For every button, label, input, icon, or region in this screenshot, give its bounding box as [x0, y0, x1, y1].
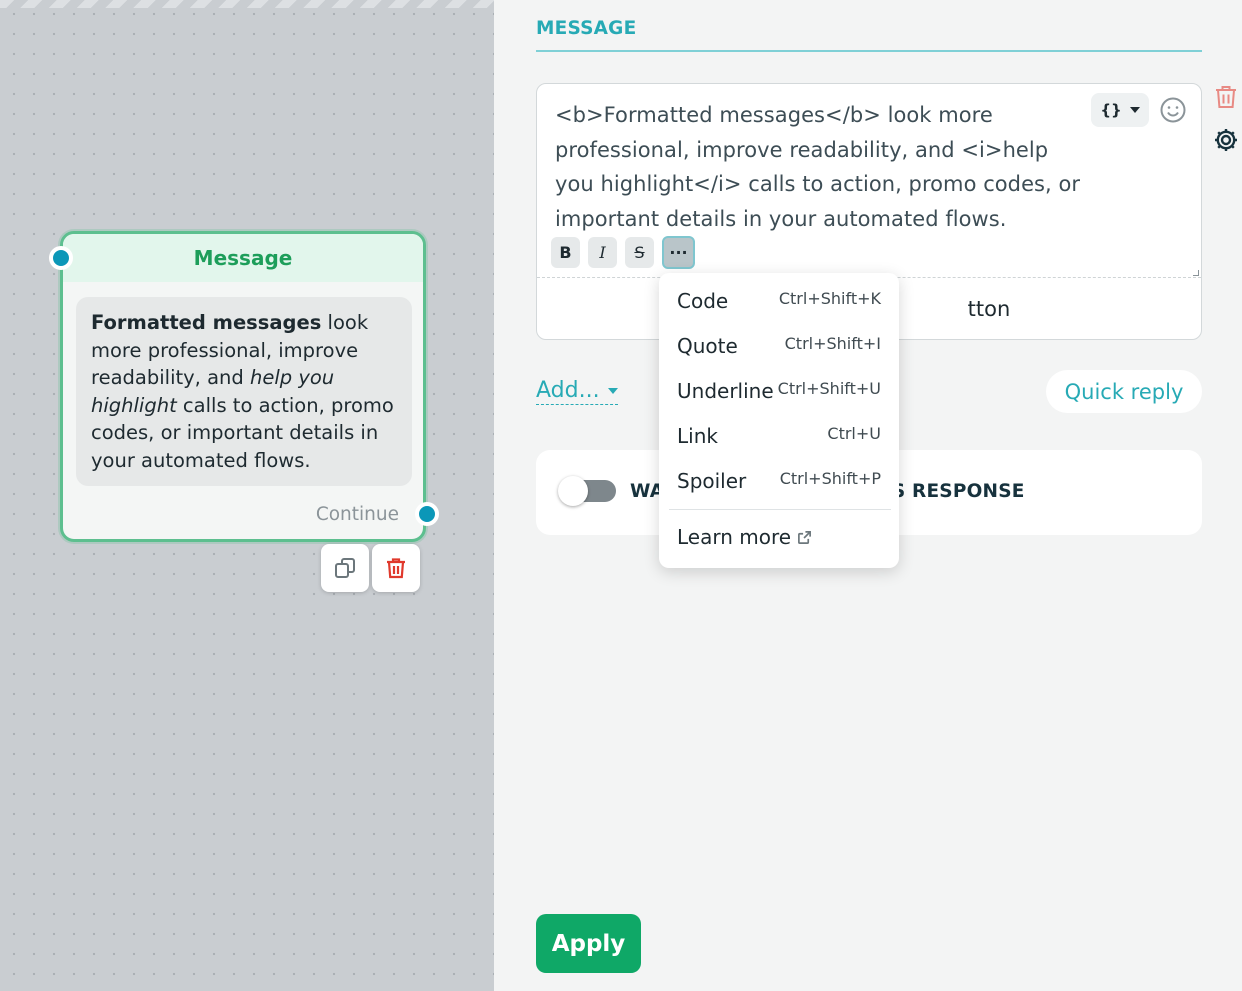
add-dropdown[interactable]: Add... [536, 378, 618, 405]
toggle-knob [558, 476, 588, 506]
learn-more-label: Learn more [677, 525, 792, 549]
menu-item-shortcut: Ctrl+U [827, 423, 881, 443]
wait-label-right: 'S RESPONSE [886, 481, 1025, 502]
node-input-port[interactable] [49, 246, 73, 270]
italic-button[interactable]: I [588, 237, 617, 268]
delete-message-icon[interactable] [1212, 83, 1240, 111]
more-formatting-button[interactable]: ··· [662, 236, 695, 269]
add-button-label: tton [967, 297, 1011, 321]
duplicate-node-button[interactable] [321, 544, 369, 592]
variables-dropdown-button[interactable]: {} [1091, 93, 1149, 127]
learn-more-link[interactable]: Learn more [677, 525, 812, 549]
menu-item-label: Code [677, 289, 729, 313]
resize-handle[interactable] [1193, 270, 1199, 276]
bold-button[interactable]: B [551, 237, 580, 268]
wait-response-toggle[interactable] [558, 476, 616, 506]
node-title: Message [63, 234, 423, 282]
trash-icon [387, 558, 405, 579]
menu-item-quote[interactable]: Quote Ctrl+Shift+I [677, 331, 881, 361]
apply-button[interactable]: Apply [536, 914, 641, 973]
menu-item-spoiler[interactable]: Spoiler Ctrl+Shift+P [677, 466, 881, 496]
braces-icon: {} [1100, 101, 1122, 119]
menu-item-code[interactable]: Code Ctrl+Shift+K [677, 286, 881, 316]
message-node[interactable]: Message Formatted messages look more pro… [49, 231, 439, 542]
menu-item-underline[interactable]: Underline Ctrl+Shift+U [677, 376, 881, 406]
chevron-down-icon [607, 387, 618, 394]
format-toolbar: B I S ··· [551, 236, 695, 270]
copy-icon [335, 558, 355, 578]
section-divider [536, 50, 1202, 52]
canvas-top-stripe [0, 0, 494, 8]
chevron-down-icon [1129, 107, 1140, 113]
node-output-port[interactable] [415, 502, 439, 526]
emoji-icon[interactable] [1159, 96, 1187, 124]
menu-item-label: Link [677, 424, 718, 448]
more-formatting-menu: Code Ctrl+Shift+K Quote Ctrl+Shift+I Und… [659, 273, 899, 568]
menu-item-shortcut: Ctrl+Shift+K [778, 288, 881, 308]
menu-item-label: Quote [677, 334, 738, 358]
message-textarea[interactable]: <b>Formatted messages</b> look more prof… [537, 84, 1201, 278]
menu-item-label: Spoiler [677, 469, 747, 493]
menu-item-link[interactable]: Link Ctrl+U [677, 421, 881, 451]
add-label: Add... [536, 378, 600, 403]
section-title: MESSAGE [536, 18, 637, 39]
menu-item-shortcut: Ctrl+Shift+P [779, 468, 881, 488]
message-bubble: Formatted messages look more professiona… [76, 297, 412, 486]
quick-reply-button[interactable]: Quick reply [1046, 370, 1202, 413]
bubble-bold-text: Formatted messages [91, 311, 322, 334]
menu-item-label: Underline [677, 379, 774, 403]
delete-node-button[interactable] [372, 544, 420, 592]
menu-item-shortcut: Ctrl+Shift+I [784, 333, 881, 353]
flow-canvas[interactable]: Message Formatted messages look more pro… [0, 0, 494, 991]
menu-item-shortcut: Ctrl+Shift+U [777, 378, 881, 398]
menu-divider [669, 509, 891, 510]
gear-icon[interactable] [1212, 126, 1240, 154]
strikethrough-button[interactable]: S [625, 237, 654, 268]
message-text[interactable]: <b>Formatted messages</b> look more prof… [555, 98, 1085, 236]
external-link-icon [798, 530, 812, 544]
continue-label: Continue [315, 504, 399, 525]
